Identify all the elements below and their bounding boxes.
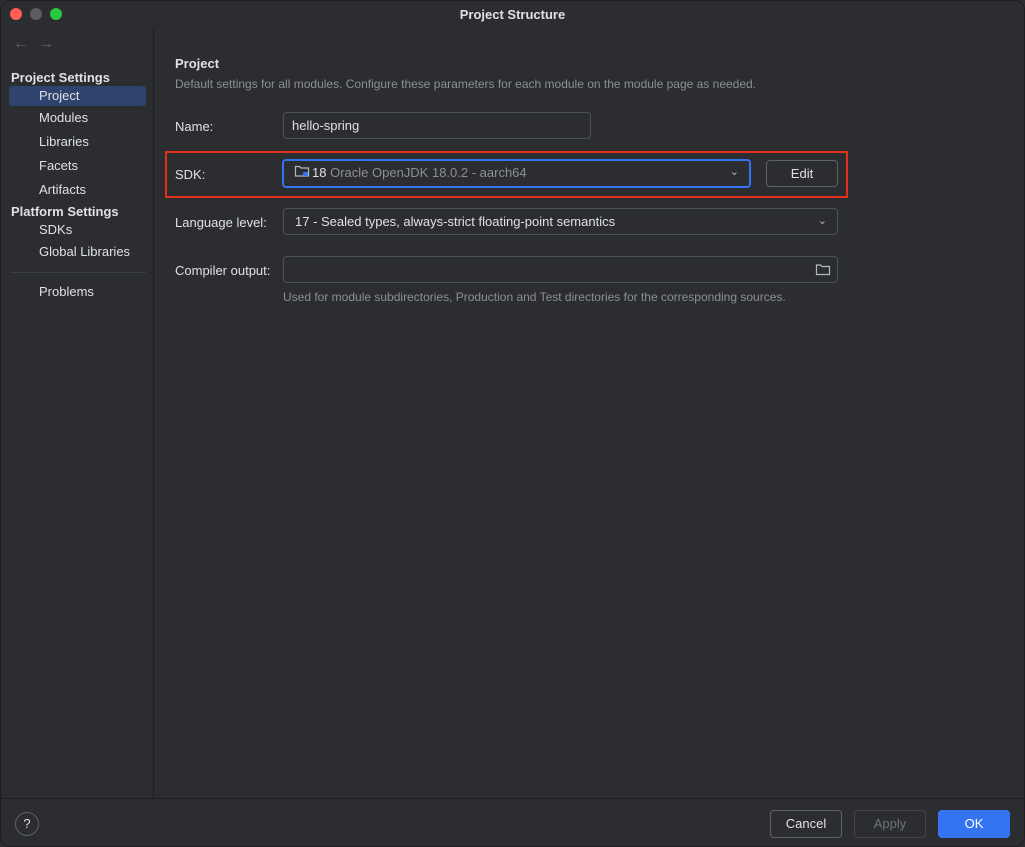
title-bar: Project Structure	[1, 1, 1024, 27]
sdk-dropdown[interactable]: 18 Oracle OpenJDK 18.0.2 - aarch64 ⌄	[282, 159, 751, 188]
sidebar: ← → Project Settings Project Modules Lib…	[1, 27, 154, 798]
sidebar-item-project[interactable]: Project	[9, 86, 146, 106]
chevron-down-icon: ⌄	[729, 166, 739, 178]
sdk-detail: Oracle OpenJDK 18.0.2 - aarch64	[330, 165, 527, 180]
name-input[interactable]: hello-spring	[283, 112, 591, 139]
sidebar-item-artifacts[interactable]: Artifacts	[9, 180, 146, 200]
language-level-dropdown[interactable]: 17 - Sealed types, always-strict floatin…	[283, 208, 838, 235]
language-level-value: 17 - Sealed types, always-strict floatin…	[295, 214, 616, 229]
arrow-right-icon[interactable]: →	[38, 36, 54, 52]
compiler-output-label: Compiler output:	[175, 263, 271, 278]
sdk-label: SDK:	[175, 167, 206, 182]
sidebar-item-modules[interactable]: Modules	[9, 108, 146, 128]
chevron-down-icon: ⌄	[817, 215, 827, 227]
sidebar-item-problems[interactable]: Problems	[9, 282, 146, 302]
main-panel: Project Default settings for all modules…	[155, 27, 1024, 798]
sidebar-separator	[11, 272, 146, 273]
language-level-label: Language level:	[175, 215, 267, 230]
sdk-version: 18	[312, 165, 327, 180]
ok-button[interactable]: OK	[938, 810, 1010, 838]
page-title: Project	[175, 56, 220, 71]
name-label: Name:	[175, 119, 214, 134]
project-structure-window: Project Structure ← → Project Settings P…	[0, 0, 1025, 847]
sidebar-item-global-libraries[interactable]: Global Libraries	[9, 242, 146, 262]
apply-button[interactable]: Apply	[854, 810, 926, 838]
sdk-edit-button[interactable]: Edit	[766, 160, 838, 187]
page-description: Default settings for all modules. Config…	[175, 77, 757, 91]
compiler-output-hint: Used for module subdirectories, Producti…	[283, 290, 786, 304]
platform-settings-header: Platform Settings	[11, 204, 119, 219]
project-settings-header: Project Settings	[11, 70, 110, 85]
folder-icon[interactable]	[815, 263, 831, 279]
dialog-footer: ? Cancel Apply OK	[1, 798, 1024, 846]
compiler-output-input[interactable]	[283, 256, 838, 283]
arrow-left-icon[interactable]: ←	[13, 36, 29, 52]
help-button[interactable]: ?	[15, 812, 39, 836]
cancel-button[interactable]: Cancel	[770, 810, 842, 838]
folder-icon	[294, 162, 310, 185]
sidebar-item-sdks[interactable]: SDKs	[9, 220, 146, 240]
sidebar-item-libraries[interactable]: Libraries	[9, 132, 146, 152]
window-title: Project Structure	[459, 7, 566, 22]
sidebar-item-facets[interactable]: Facets	[9, 156, 146, 176]
